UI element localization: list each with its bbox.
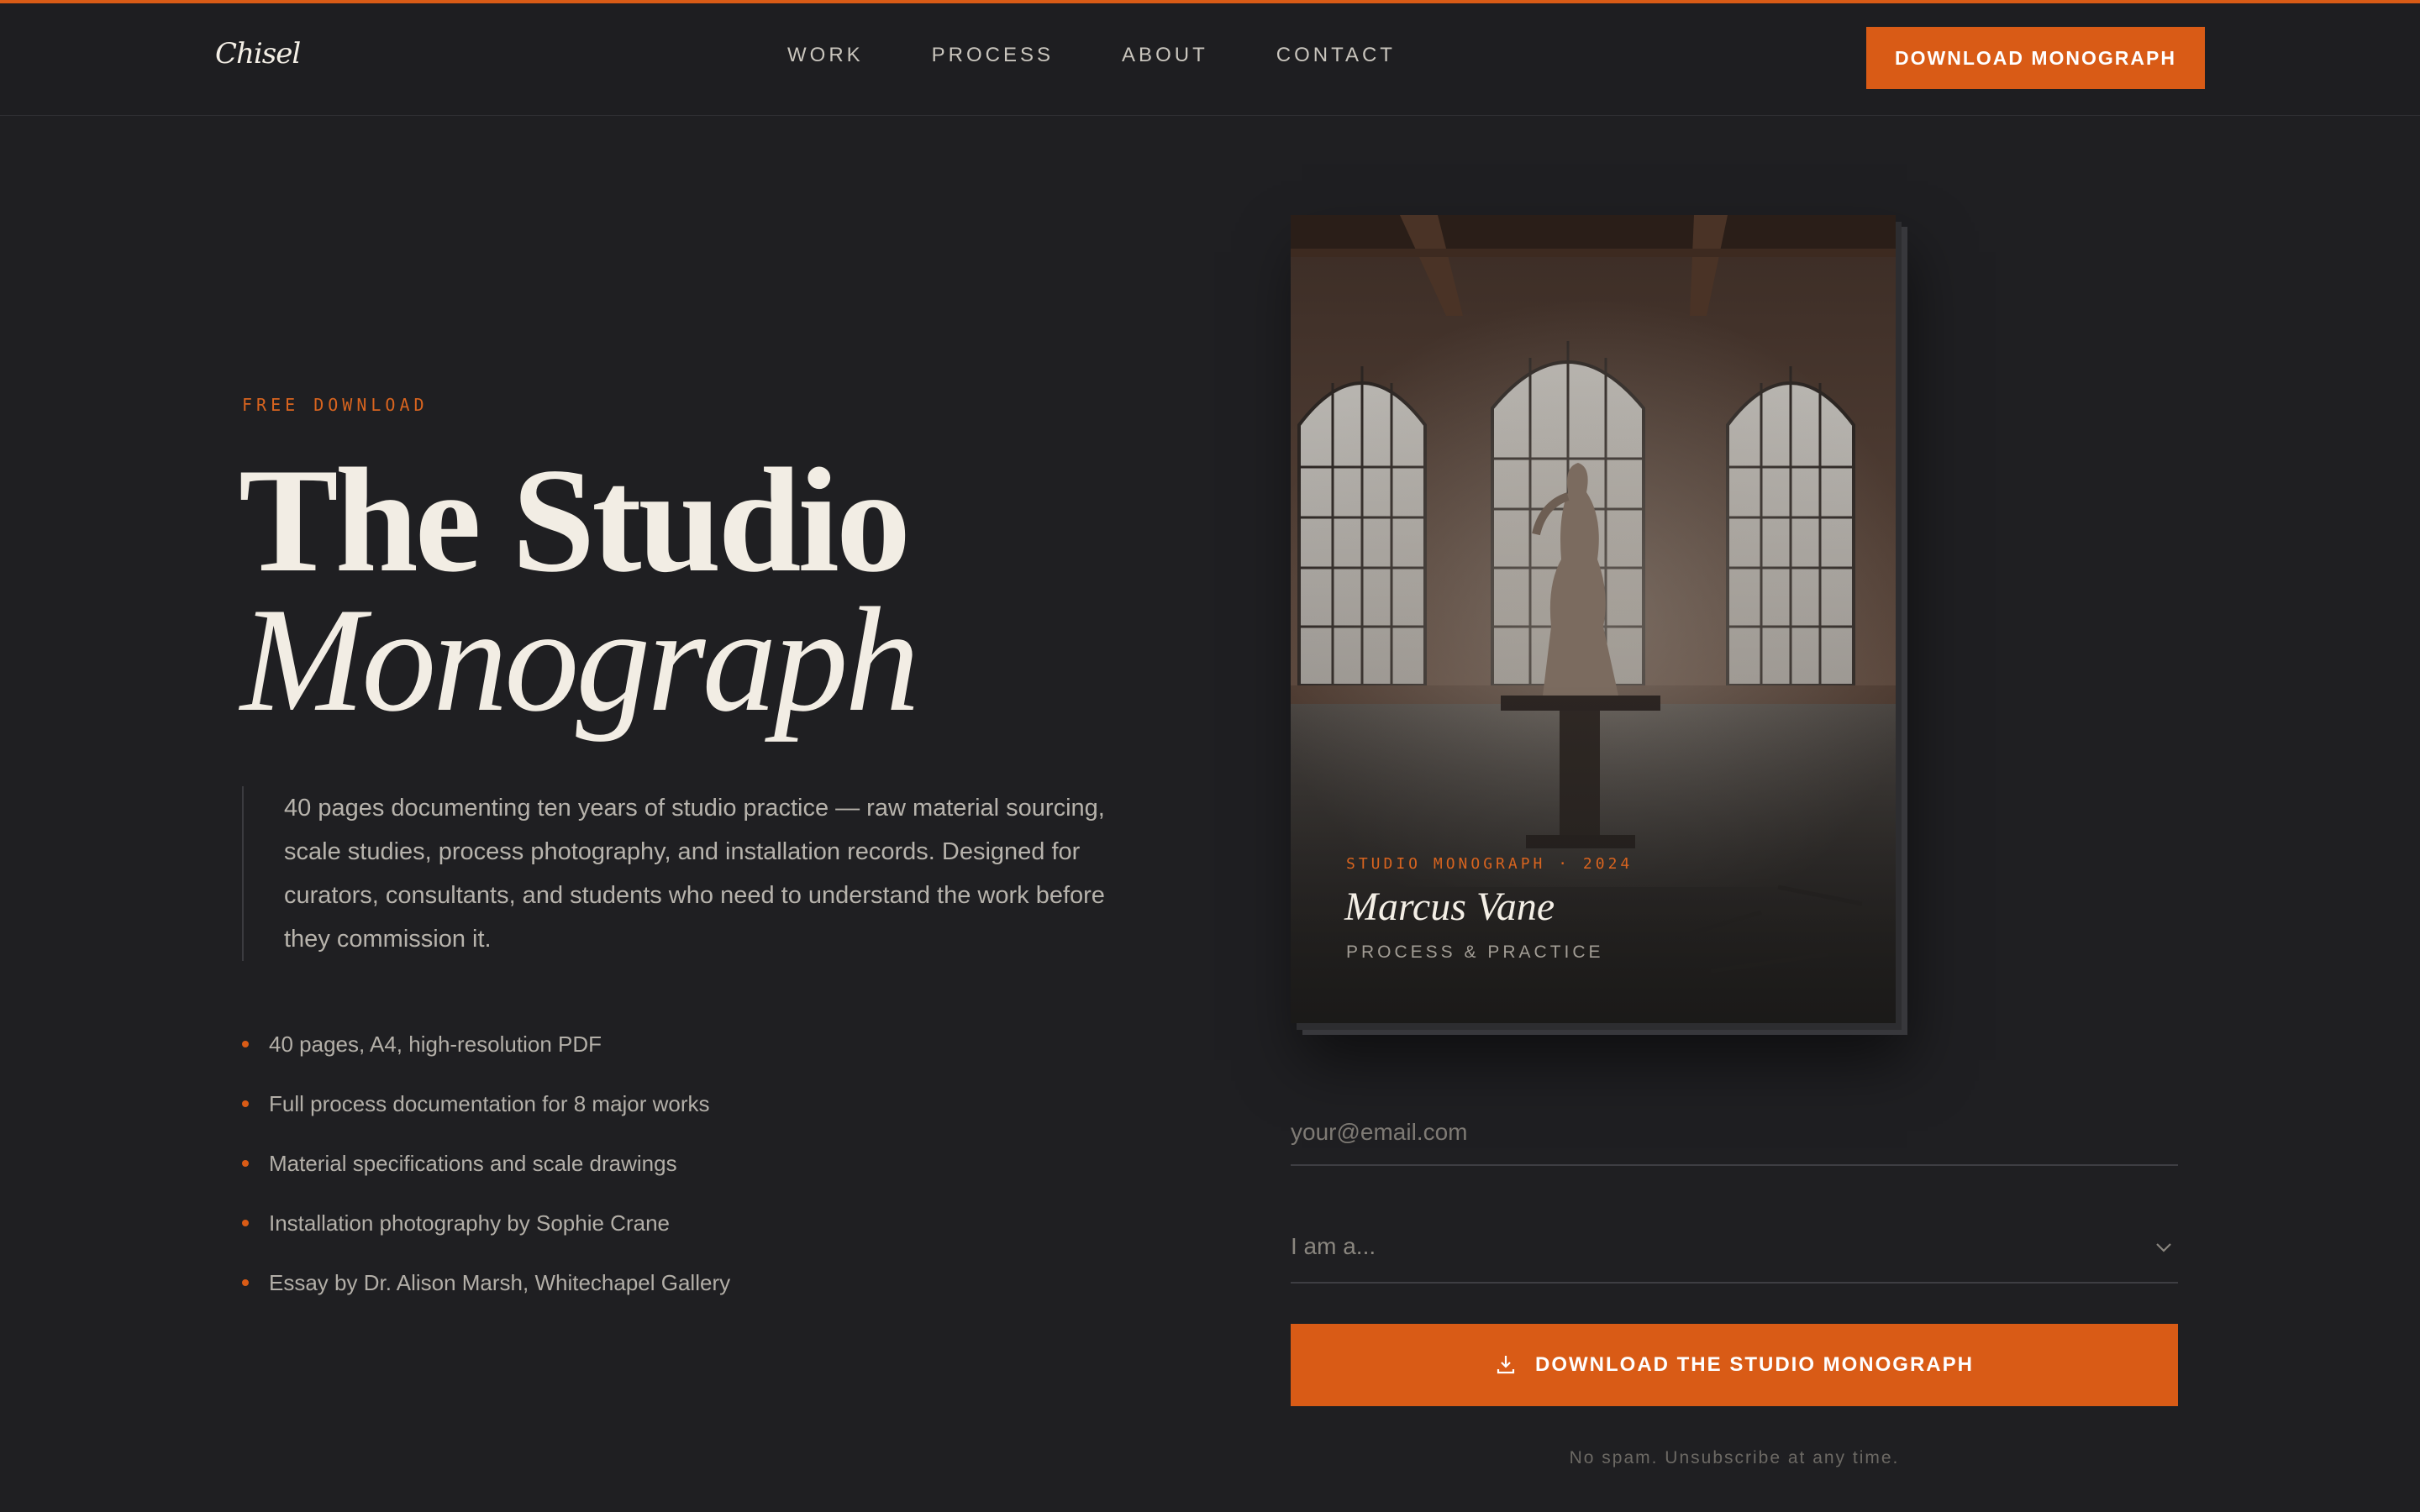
role-select[interactable]: I am a... [1291,1218,2178,1284]
nav-link-contact[interactable]: CONTACT [1276,44,1396,67]
download-icon [1495,1353,1517,1378]
nav-link-work[interactable]: WORK [787,44,864,67]
book-subtitle: PROCESS & PRACTICE [1346,942,1604,962]
bullet-icon [242,1279,249,1286]
nav-link-about[interactable]: ABOUT [1122,44,1208,67]
feature-text: Full process documentation for 8 major w… [269,1091,710,1116]
bullet-icon [242,1041,249,1047]
list-item: Material specifications and scale drawin… [242,1146,730,1205]
feature-list: 40 pages, A4, high-resolution PDF Full p… [242,1026,730,1325]
hero-description: 40 pages documenting ten years of studio… [242,786,1133,961]
feature-text: Installation photography by Sophie Crane [269,1210,670,1236]
role-select-value: I am a... [1291,1233,1376,1259]
nav-links: WORK PROCESS ABOUT CONTACT [787,44,1464,67]
download-monograph-nav-button[interactable]: DOWNLOAD MONOGRAPH [1866,27,2205,89]
feature-text: Material specifications and scale drawin… [269,1151,677,1176]
list-item: Essay by Dr. Alison Marsh, Whitechapel G… [242,1265,730,1325]
download-monograph-submit-button[interactable]: DOWNLOAD THE STUDIO MONOGRAPH [1291,1324,2178,1406]
book-meta: STUDIO MONOGRAPH · 2024 [1346,855,1634,873]
bullet-icon [242,1220,249,1226]
top-navigation: Chisel WORK PROCESS ABOUT CONTACT DOWNLO… [0,3,2420,116]
feature-text: Essay by Dr. Alison Marsh, Whitechapel G… [269,1270,731,1295]
monograph-cover: STUDIO MONOGRAPH · 2024 Marcus Vane PROC… [1291,215,1896,1023]
eyebrow-label: FREE DOWNLOAD [242,395,429,415]
bullet-icon [242,1100,249,1107]
list-item: Full process documentation for 8 major w… [242,1086,730,1146]
page-title-line-1: The Studio [239,437,911,603]
bullet-icon [242,1160,249,1167]
list-item: 40 pages, A4, high-resolution PDF [242,1026,730,1086]
submit-label: DOWNLOAD THE STUDIO MONOGRAPH [1535,1353,1974,1376]
spam-disclaimer: No spam. Unsubscribe at any time. [1569,1448,1900,1467]
list-item: Installation photography by Sophie Crane [242,1205,730,1265]
nav-link-process[interactable]: PROCESS [932,44,1054,67]
book-author: Marcus Vane [1344,885,1555,929]
logo[interactable]: Chisel [215,37,301,71]
chevron-down-icon [2153,1236,2175,1263]
email-field[interactable] [1291,1100,2178,1166]
feature-text: 40 pages, A4, high-resolution PDF [269,1032,602,1057]
page-title-line-2: Monograph [240,576,920,743]
